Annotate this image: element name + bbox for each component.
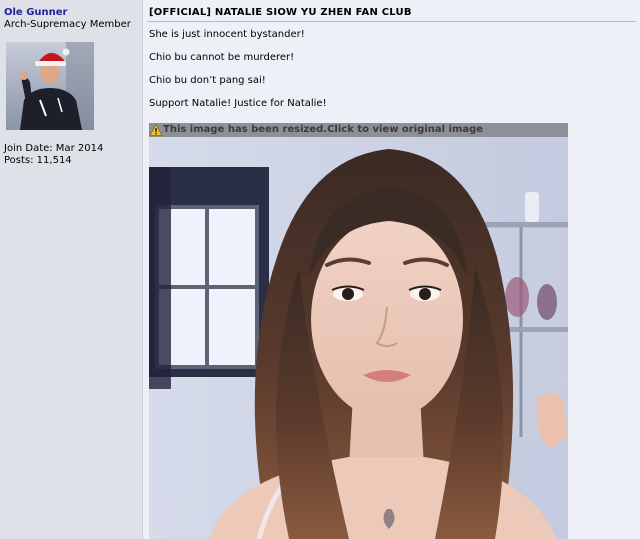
resize-notice-text: This image has been resized.Click to vie… [163, 124, 484, 135]
post-line: She is just innocent bystander! [149, 29, 305, 40]
forum-post: Ole Gunner Arch-Supremacy Member Join Da… [0, 0, 640, 539]
post-count: Posts: 11,514 [4, 155, 72, 166]
join-date: Join Date: Mar 2014 [4, 143, 104, 154]
avatar[interactable] [6, 42, 94, 130]
thread-title: [OFFICIAL] NATALIE SIOW YU ZHEN FAN CLUB [149, 7, 412, 18]
post-line: Chio bu don’t pang sai! [149, 75, 266, 86]
post-line: Support Natalie! Justice for Natalie! [149, 98, 327, 109]
username-link[interactable]: Ole Gunner [4, 7, 67, 18]
image-resize-notice[interactable]: This image has been resized.Click to vie… [149, 123, 568, 137]
warning-icon [149, 123, 163, 137]
post-content: [OFFICIAL] NATALIE SIOW YU ZHEN FAN CLUB… [143, 0, 640, 539]
post-line: Chio bu cannot be murderer! [149, 52, 295, 63]
user-sidebar: Ole Gunner Arch-Supremacy Member Join Da… [0, 0, 143, 539]
post-image[interactable] [149, 137, 568, 539]
user-title: Arch-Supremacy Member [4, 19, 131, 30]
title-divider [147, 21, 636, 22]
